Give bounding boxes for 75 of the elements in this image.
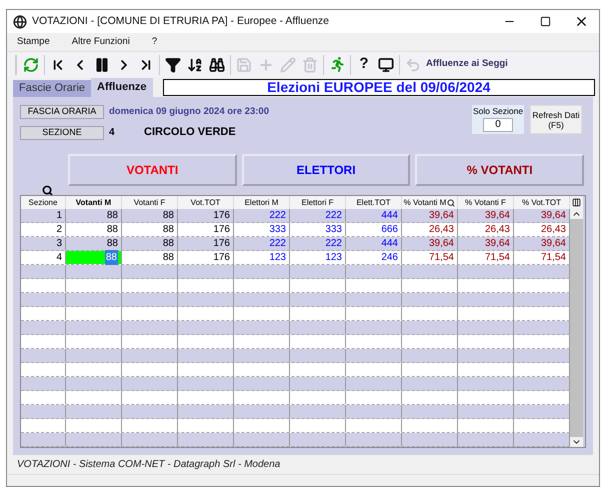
table-cell: 88 (122, 251, 178, 264)
running-person-icon (330, 57, 344, 72)
time-slot-label: FASCIA ORARIA (20, 105, 104, 120)
table-cell: 222 (290, 209, 346, 222)
table-cell: 2 (21, 223, 66, 236)
table-cell: 88 (66, 251, 122, 264)
search-icon[interactable] (42, 185, 53, 196)
scroll-up-icon[interactable] (570, 209, 583, 219)
trash-icon (302, 56, 318, 72)
table-cell: 666 (346, 223, 402, 236)
table-cell: 26,43 (402, 223, 458, 236)
monitor-icon (378, 56, 394, 72)
table-cell: 71,54 (402, 251, 458, 264)
table-cell: 444 (346, 209, 402, 222)
column-chooser-icon[interactable] (572, 198, 581, 207)
save-icon (236, 56, 252, 72)
menu-item[interactable]: Altre Funzioni (72, 34, 130, 50)
scroll-down-icon[interactable] (570, 437, 583, 447)
menu-item[interactable]: ? (152, 34, 158, 50)
table-cell: 88 (66, 209, 122, 222)
sort-az-icon (187, 56, 203, 72)
election-title: Elezioni EUROPEE del 09/06/2024 (162, 79, 595, 96)
refresh-data-button[interactable]: Refresh Dati (F5) (530, 105, 582, 134)
undo-icon (405, 56, 421, 72)
section-filter-input[interactable]: 0 (483, 118, 513, 132)
table-cell: 222 (234, 209, 290, 222)
toolbar-caption: Affluenze ai Seggi (426, 57, 508, 72)
table-cell: 333 (290, 223, 346, 236)
menu-item[interactable]: Stampe (17, 34, 50, 50)
pencil-icon (280, 56, 296, 72)
table-cell: 176 (178, 223, 234, 236)
add-icon (258, 56, 274, 72)
table-cell: 1 (21, 209, 66, 222)
group-title: % VOTANTI (466, 162, 533, 179)
tab[interactable]: Fascie Orarie (13, 80, 92, 97)
help-button[interactable]: ? (353, 54, 375, 76)
table-cell: 88 (122, 237, 178, 250)
table-cell: 176 (178, 251, 234, 264)
table-cell: 444 (346, 237, 402, 250)
status-text: VOTAZIONI - Sistema COM-NET - Datagraph Srl - Modena (17, 458, 280, 472)
search-icon (447, 198, 456, 206)
table-cell: 88 (66, 223, 122, 236)
maximize-icon (540, 16, 550, 27)
section-name: CIRCOLO VERDE (144, 125, 236, 140)
pause-icon (94, 56, 110, 72)
table-cell: 39,64 (402, 237, 458, 250)
table-cell: 3 (21, 237, 66, 250)
table-cell: 222 (290, 237, 346, 250)
table-cell: 176 (178, 237, 234, 250)
table-cell: 88 (122, 209, 178, 222)
filter-icon (165, 56, 181, 72)
scrollbar[interactable] (570, 209, 583, 447)
table-cell: 333 (234, 223, 290, 236)
table-cell: 176 (178, 209, 234, 222)
table-cell: 39,64 (458, 237, 514, 250)
table-cell: 26,43 (458, 223, 514, 236)
window-title: VOTAZIONI - [COMUNE DI ETRURIA PA] - Europee - Affluenze (32, 14, 329, 29)
group-title: VOTANTI (126, 162, 178, 179)
section-number: 4 (109, 126, 116, 140)
app-icon (13, 14, 27, 28)
table-cell: 222 (234, 237, 290, 250)
binoculars-icon (209, 56, 225, 72)
group-title: ELETTORI (296, 162, 356, 179)
tab[interactable]: Affluenze (91, 78, 153, 97)
table-cell: 71,54 (458, 251, 514, 264)
table-cell: 39,64 (458, 209, 514, 222)
section-label: SEZIONE (20, 126, 104, 140)
table-cell: 246 (346, 251, 402, 264)
table-cell: 88 (122, 223, 178, 236)
refresh-icon (23, 56, 39, 72)
time-slot-value: domenica 09 giugno 2024 ore 23:00 (109, 105, 269, 119)
section-filter-label: Solo Sezione (472, 105, 524, 118)
table-cell: 123 (290, 251, 346, 264)
table-cell: 39,64 (402, 209, 458, 222)
table-cell: 123 (234, 251, 290, 264)
